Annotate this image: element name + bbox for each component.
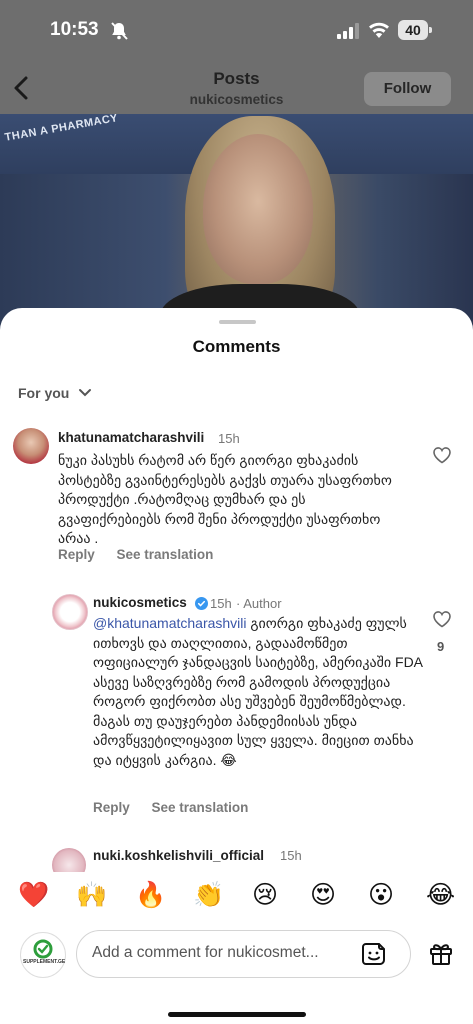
quick-emoji-bar: ❤️ 🙌 🔥 👏 😢 😍 😮 😂 <box>0 872 473 920</box>
reply-actions: Reply See translation <box>93 800 266 815</box>
cellular-signal-icon <box>337 23 359 39</box>
comment-username[interactable]: nuki.koshkelishvili_official <box>93 848 264 863</box>
emoji-fire[interactable]: 🔥 <box>135 880 166 910</box>
status-bar: 10:53 40 <box>0 0 473 62</box>
comment-time: 15h <box>218 431 240 446</box>
self-avatar[interactable]: SUPPLEMENT.GE <box>20 932 66 978</box>
battery-icon: 40 <box>398 20 432 40</box>
follow-button[interactable]: Follow <box>364 72 451 106</box>
heart-icon[interactable] <box>432 610 452 628</box>
emoji-clap[interactable]: 👏 <box>193 880 224 910</box>
reply-button[interactable]: Reply <box>93 800 130 815</box>
emoji-heart-eyes[interactable]: 😍 <box>310 880 336 910</box>
emoji-raised-hands[interactable]: 🙌 <box>76 880 107 910</box>
verified-badge-icon <box>195 597 208 610</box>
author-tag: · Author <box>236 596 282 611</box>
sort-dropdown[interactable]: For you <box>18 385 69 401</box>
emoji-laughing[interactable]: 😂 <box>426 880 455 910</box>
comments-title: Comments <box>192 337 281 356</box>
comment-composer: SUPPLEMENT.GE <box>0 920 473 1024</box>
nav-bar: Posts nukicosmetics Follow <box>0 62 473 114</box>
comment-actions: Reply See translation <box>58 547 231 562</box>
emoji-heart[interactable]: ❤️ <box>18 880 49 910</box>
battery-percent: 40 <box>405 22 421 38</box>
see-translation-button[interactable]: See translation <box>117 547 214 562</box>
self-avatar-label: SUPPLEMENT.GE <box>23 959 66 965</box>
emoji-surprised[interactable]: 😮 <box>368 880 394 910</box>
chevron-down-icon[interactable] <box>78 388 92 398</box>
comment-time: 15h <box>280 848 302 863</box>
reply-text-block: @khatunamatcharashvili გიორგი ფხაკაძე ფუ… <box>93 614 423 770</box>
author-avatar[interactable] <box>52 594 88 630</box>
reply-text: გიორგი ფხაკაძე ფულს ითხოვს და თაღლითია, … <box>93 615 423 768</box>
sheet-grabber[interactable] <box>219 320 256 324</box>
like-count[interactable]: 9 <box>437 639 444 654</box>
bell-off-icon <box>111 22 128 40</box>
sticker-icon[interactable] <box>361 941 387 967</box>
comment-input[interactable] <box>90 943 344 963</box>
comment-input-box[interactable] <box>76 930 411 978</box>
reply-username[interactable]: nukicosmetics <box>93 595 187 610</box>
emoji-crying[interactable]: 😢 <box>252 880 278 910</box>
heart-icon[interactable] <box>432 446 452 464</box>
supplement-logo-icon <box>33 939 53 959</box>
comment-text: ნუკი პასუხს რატომ არ წერ გიორგი ფხაკაძის… <box>58 452 392 546</box>
wifi-icon <box>369 22 389 38</box>
reply-button[interactable]: Reply <box>58 547 95 562</box>
status-time: 10:53 <box>50 19 99 40</box>
home-indicator <box>168 1012 306 1017</box>
commenter-avatar[interactable] <box>13 428 49 464</box>
gift-icon[interactable] <box>428 940 454 966</box>
mention-link[interactable]: @khatunamatcharashvili <box>93 615 247 631</box>
reply-time: 15h <box>210 596 232 611</box>
see-translation-button[interactable]: See translation <box>152 800 249 815</box>
comment-username[interactable]: khatunamatcharashvili <box>58 430 204 445</box>
person-face <box>203 134 313 284</box>
